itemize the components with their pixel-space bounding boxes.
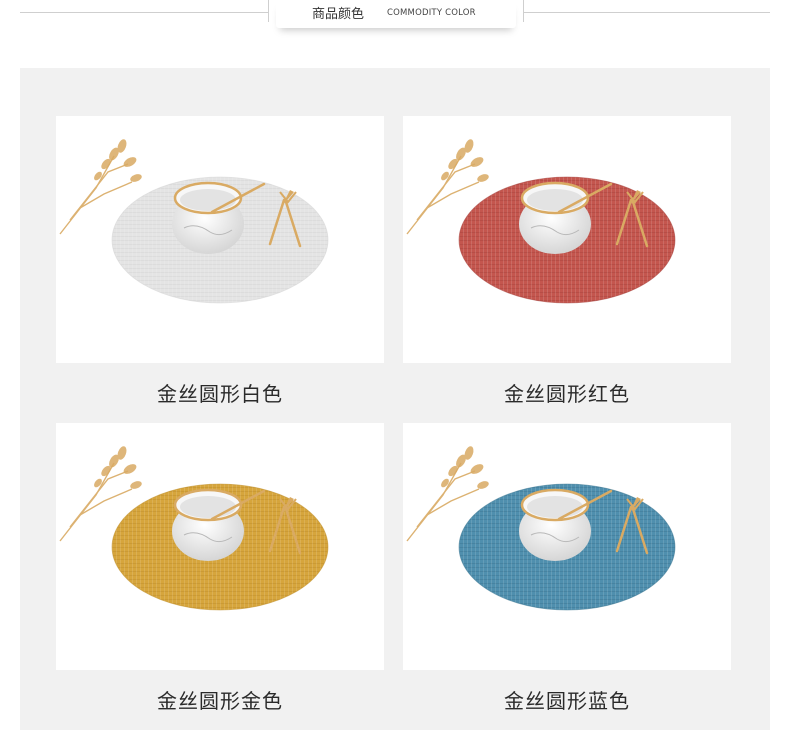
product-label: 金丝圆形白色 — [157, 382, 283, 406]
product-color-panel: 金丝圆形白色 金丝圆形红色 金丝圆形金色 金丝圆形蓝色 — [20, 68, 770, 730]
header-title-en: COMMODITY COLOR — [387, 8, 476, 18]
section-header: 商品颜色 COMMODITY COLOR — [0, 0, 790, 40]
header-tick-right — [523, 0, 524, 22]
header-divider-right — [524, 12, 770, 13]
header-title-cn: 商品颜色 — [312, 7, 365, 22]
product-label: 金丝圆形红色 — [504, 382, 630, 406]
product-photo — [403, 423, 731, 670]
product-photo — [403, 116, 731, 363]
header-tab: 商品颜色 COMMODITY COLOR — [276, 0, 516, 28]
product-label: 金丝圆形金色 — [157, 689, 283, 713]
product-label: 金丝圆形蓝色 — [504, 689, 630, 713]
product-photo — [56, 116, 384, 363]
header-tick-left — [268, 0, 269, 22]
product-photo — [56, 423, 384, 670]
header-divider-left — [20, 12, 268, 13]
